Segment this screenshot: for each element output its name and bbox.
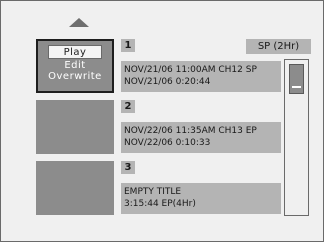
title-2-number: 2 [121,100,135,113]
title-3-line2: 3:15:44 EP(4Hr) [124,199,196,209]
title-1-info[interactable]: NOV/21/06 11:00AM CH12 SP NOV/21/06 0:20… [121,61,281,92]
title-action-menu: Play Edit Overwrite [43,45,107,82]
menu-overwrite[interactable]: Overwrite [48,71,102,82]
title-2-thumbnail[interactable] [36,100,114,154]
recording-mode-badge: SP (2Hr) [246,39,311,54]
title-1-thumbnail[interactable]: Play Edit Overwrite [36,39,114,93]
title-3-info[interactable]: EMPTY TITLE 3:15:44 EP(4Hr) [121,183,281,214]
title-2-line2: NOV/22/06 0:10:33 [124,138,211,148]
title-3-thumbnail[interactable] [36,161,114,215]
title-2-info[interactable]: NOV/22/06 11:35AM CH13 EP NOV/22/06 0:10… [121,122,281,153]
title-3-line1: EMPTY TITLE [124,187,182,197]
title-2-line1: NOV/22/06 11:35AM CH13 EP [124,126,257,136]
scrollbar-grip-icon [292,86,301,88]
title-list-screen: Play Edit Overwrite 1 SP (2Hr) NOV/21/06… [0,0,324,242]
scrollbar-thumb[interactable] [289,64,304,94]
title-1-number: 1 [121,39,135,52]
title-1-line1: NOV/21/06 11:00AM CH12 SP [124,65,257,75]
menu-play[interactable]: Play [48,45,102,59]
scroll-up-arrow-icon[interactable] [69,18,89,27]
title-1-line2: NOV/21/06 0:20:44 [124,77,211,87]
menu-edit[interactable]: Edit [64,60,85,71]
scrollbar[interactable] [284,59,309,216]
title-3-number: 3 [121,161,135,174]
